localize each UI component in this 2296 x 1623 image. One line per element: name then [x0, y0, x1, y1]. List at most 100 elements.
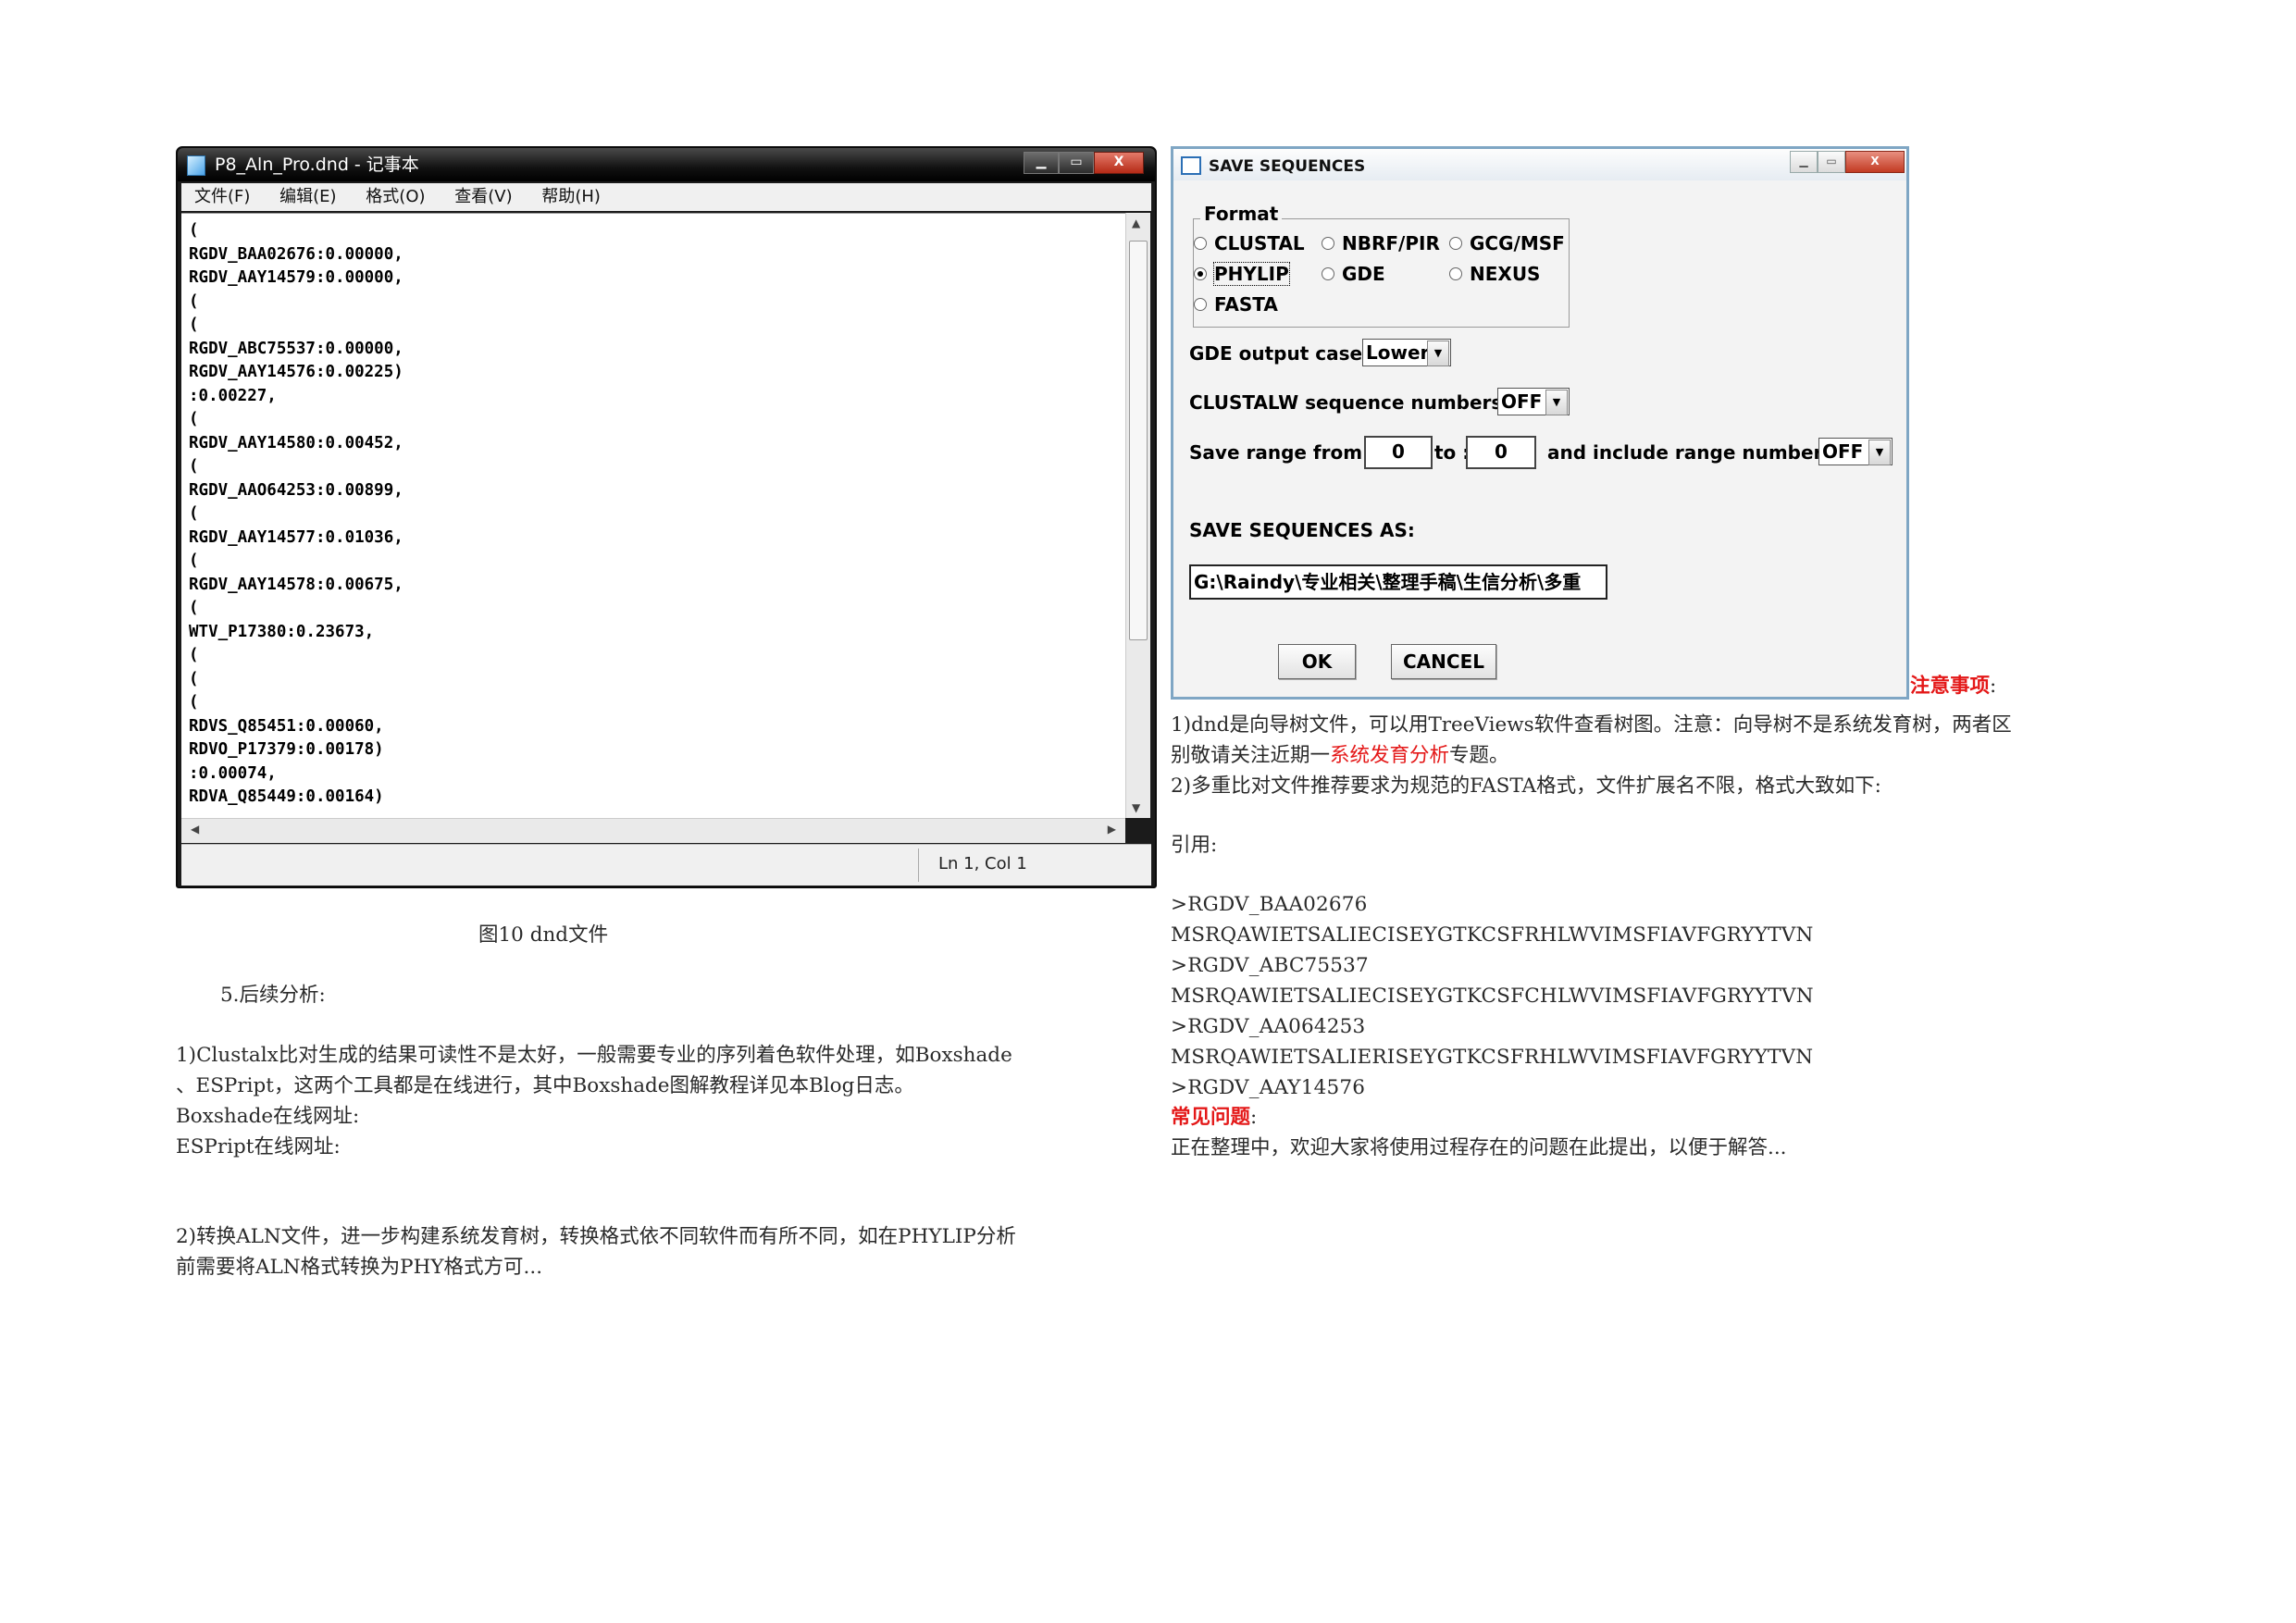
include-range-numbers-label: and include range numbers : — [1547, 441, 1848, 464]
gde-output-case-label: GDE output case : — [1189, 342, 1377, 365]
save-path-input[interactable]: G:\Raindy\专业相关\整理手稿\生信分析\多重 — [1189, 564, 1607, 600]
dialog-window-controls: ▁ ▭ X — [1790, 151, 1905, 173]
clustalw-numbers-value: OFF — [1501, 390, 1543, 413]
dialog-app-icon — [1181, 156, 1201, 175]
radio-icon — [1194, 237, 1207, 250]
note-1-text: 别敬请关注近期一 — [1171, 744, 1331, 767]
minimize-icon[interactable]: ▁ — [1790, 151, 1818, 173]
faq-text: 正在整理中，欢迎大家将使用过程存在的问题在此提出，以便于解答... — [1171, 1136, 1787, 1159]
menu-edit[interactable]: 编辑(E) — [279, 187, 336, 206]
scroll-left-icon[interactable]: ◀ — [191, 823, 199, 836]
notepad-statusbar: Ln 1, Col 1 — [181, 844, 1151, 886]
quote-label: 引用: — [1171, 834, 1218, 857]
maximize-icon[interactable]: ▭ — [1818, 151, 1845, 173]
notepad-title: P8_Aln_Pro.dnd - 记事本 — [215, 155, 419, 175]
format-option-label: GDE — [1342, 263, 1385, 285]
notepad-window-controls: ▁ ▭ X — [1024, 152, 1144, 174]
gde-output-case-value: Lower — [1366, 341, 1430, 364]
vertical-scrollbar[interactable]: ▲ ▼ — [1125, 213, 1150, 818]
notes-heading-colon: : — [1990, 675, 1997, 698]
scroll-down-icon[interactable]: ▼ — [1132, 801, 1140, 814]
format-gde-radio[interactable]: GDE — [1322, 263, 1385, 285]
range-to-label: to : — [1434, 441, 1471, 464]
dialog-titlebar[interactable]: SAVE SEQUENCES ▁ ▭ X — [1173, 149, 1906, 180]
menu-help[interactable]: 帮助(H) — [541, 187, 601, 206]
status-separator — [918, 849, 919, 882]
format-option-label: NBRF/PIR — [1342, 232, 1440, 254]
fasta-line: >RGDV_AAY14576 — [1171, 1076, 1366, 1099]
phylogeny-link[interactable]: 系统发育分析 — [1330, 744, 1449, 767]
dialog-title: SAVE SEQUENCES — [1209, 157, 1366, 176]
fasta-line: >RGDV_AA064253 — [1171, 1015, 1366, 1038]
format-option-label: PHYLIP — [1213, 262, 1290, 286]
notepad-window: P8_Aln_Pro.dnd - 记事本 ▁ ▭ X 文件(F) 编辑(E) 格… — [176, 146, 1157, 888]
scroll-right-icon[interactable]: ▶ — [1108, 823, 1116, 836]
espript-url-label: ESPript在线网址: — [176, 1135, 341, 1158]
note-1-text-end: 专题。 — [1449, 744, 1509, 767]
close-icon[interactable]: X — [1845, 151, 1905, 173]
fasta-line: >RGDV_BAA02676 — [1171, 893, 1368, 916]
scrollbar-thumb[interactable] — [1129, 241, 1148, 640]
gde-output-case-select[interactable]: Lower ▼ — [1362, 339, 1451, 366]
scroll-up-icon[interactable]: ▲ — [1132, 217, 1140, 229]
cursor-position: Ln 1, Col 1 — [938, 854, 1027, 873]
format-nexus-radio[interactable]: NEXUS — [1449, 263, 1540, 285]
format-phylip-radio[interactable]: PHYLIP — [1194, 262, 1290, 286]
save-sequences-dialog: SAVE SEQUENCES ▁ ▭ X Format CLUSTAL NBRF… — [1171, 146, 1909, 700]
horizontal-scrollbar[interactable]: ◀ ▶ — [181, 818, 1125, 843]
radio-icon — [1322, 267, 1334, 280]
include-range-numbers-value: OFF — [1822, 440, 1864, 463]
ok-button[interactable]: OK — [1278, 644, 1356, 679]
note-1-line-1: 1)dnd是向导树文件，可以用TreeViews软件查看树图。注意：向导树不是系… — [1171, 713, 2012, 737]
chevron-down-icon[interactable]: ▼ — [1427, 341, 1449, 366]
faq-heading: 常见问题: — [1171, 1103, 1257, 1134]
paragraph-1-line-1: 1)Clustalx比对生成的结果可读性不是太好，一般需要专业的序列着色软件处理… — [176, 1044, 1012, 1067]
radio-icon — [1449, 237, 1462, 250]
format-legend: Format — [1200, 203, 1283, 225]
radio-icon — [1194, 298, 1207, 311]
format-fasta-radio[interactable]: FASTA — [1194, 293, 1278, 316]
close-icon[interactable]: X — [1094, 152, 1144, 174]
menu-view[interactable]: 查看(V) — [454, 187, 512, 206]
notes-heading-text: 注意事项 — [1910, 675, 1991, 698]
dnd-file-content[interactable]: ( RGDV_BAA02676:0.00000, RGDV_AAY14579:0… — [181, 214, 1125, 815]
minimize-icon[interactable]: ▁ — [1024, 152, 1059, 174]
radio-selected-icon — [1194, 267, 1207, 280]
save-range-from-label: Save range from : — [1189, 441, 1377, 464]
note-2: 2)多重比对文件推荐要求为规范的FASTA格式，文件扩展名不限，格式大致如下: — [1171, 774, 1881, 798]
maximize-icon[interactable]: ▭ — [1059, 152, 1094, 174]
include-range-numbers-select[interactable]: OFF ▼ — [1818, 438, 1893, 465]
paragraph-2-line-2: 前需要将ALN格式转换为PHY格式方可... — [176, 1256, 543, 1279]
clustalw-numbers-label: CLUSTALW sequence numbers : — [1189, 391, 1517, 414]
range-from-input[interactable]: 0 — [1364, 436, 1433, 469]
notepad-menubar: 文件(F) 编辑(E) 格式(O) 查看(V) 帮助(H) — [181, 183, 1151, 211]
fasta-line: MSRQAWIETSALIECISEYGTKCSFRHLWVIMSFIAVFGR… — [1171, 923, 1814, 947]
radio-icon — [1322, 237, 1334, 250]
boxshade-url-label: Boxshade在线网址: — [176, 1105, 360, 1128]
clustalw-numbers-select[interactable]: OFF ▼ — [1497, 388, 1570, 415]
chevron-down-icon[interactable]: ▼ — [1868, 440, 1891, 465]
format-option-label: NEXUS — [1470, 263, 1541, 285]
format-option-label: FASTA — [1214, 293, 1278, 316]
faq-heading-colon: : — [1250, 1106, 1258, 1129]
range-to-input[interactable]: 0 — [1466, 436, 1536, 469]
format-option-label: CLUSTAL — [1214, 232, 1305, 254]
format-option-label: GCG/MSF — [1470, 232, 1565, 254]
figure-caption: 图10 dnd文件 — [478, 923, 609, 947]
cancel-button[interactable]: CANCEL — [1391, 644, 1496, 679]
format-gcg-msf-radio[interactable]: GCG/MSF — [1449, 232, 1565, 254]
menu-format[interactable]: 格式(O) — [366, 187, 425, 206]
menu-file[interactable]: 文件(F) — [194, 187, 250, 206]
fasta-line: MSRQAWIETSALIECISEYGTKCSFCHLWVIMSFIAVFGR… — [1171, 985, 1814, 1008]
note-1-line-2: 别敬请关注近期一系统发育分析专题。 — [1171, 741, 1509, 772]
section-heading: 5.后续分析: — [220, 984, 326, 1007]
chevron-down-icon[interactable]: ▼ — [1545, 390, 1568, 415]
fasta-line: MSRQAWIETSALIERISEYGTKCSFRHLWVIMSFIAVFGR… — [1171, 1046, 1814, 1069]
fasta-line: >RGDV_ABC75537 — [1171, 954, 1369, 977]
notepad-text-area[interactable]: ( RGDV_BAA02676:0.00000, RGDV_AAY14579:0… — [181, 213, 1125, 819]
faq-heading-text: 常见问题 — [1171, 1106, 1251, 1129]
notepad-titlebar[interactable]: P8_Aln_Pro.dnd - 记事本 ▁ ▭ X — [178, 148, 1155, 181]
format-nbrf-pir-radio[interactable]: NBRF/PIR — [1322, 232, 1440, 254]
notepad-app-icon — [187, 155, 205, 176]
format-clustal-radio[interactable]: CLUSTAL — [1194, 232, 1305, 254]
